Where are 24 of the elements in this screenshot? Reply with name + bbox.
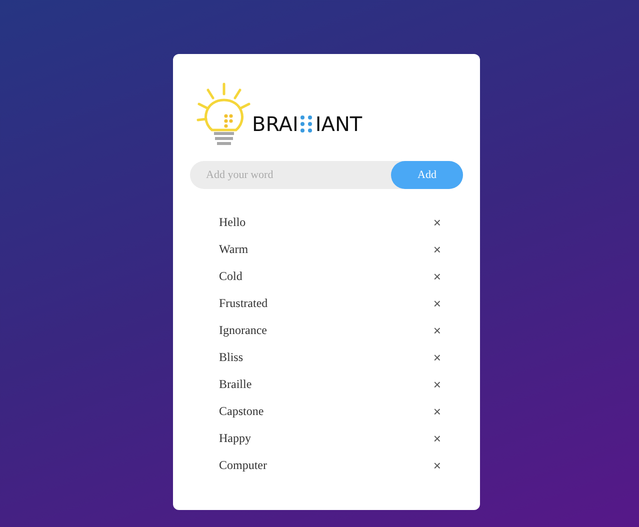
word-item: Capstone <box>219 404 264 419</box>
remove-button[interactable]: × <box>431 296 443 311</box>
remove-button[interactable]: × <box>431 215 443 230</box>
remove-button[interactable]: × <box>431 350 443 365</box>
braille-dots-icon <box>300 115 314 133</box>
word-item: Happy <box>219 431 251 446</box>
word-item: Hello <box>219 215 246 230</box>
remove-button[interactable]: × <box>431 404 443 419</box>
word-item: Ignorance <box>219 323 267 338</box>
remove-button[interactable]: × <box>431 377 443 392</box>
word-item: Computer <box>219 458 267 473</box>
remove-button[interactable]: × <box>431 458 443 473</box>
remove-button[interactable]: × <box>431 323 443 338</box>
word-item: Cold <box>219 269 242 284</box>
logo-text: IANT <box>315 114 362 134</box>
lightbulb-icon <box>196 82 252 148</box>
remove-button[interactable]: × <box>431 269 443 284</box>
remove-button[interactable]: × <box>431 242 443 257</box>
word-item: Bliss <box>219 350 244 365</box>
remove-button[interactable]: × <box>431 431 443 446</box>
word-item: Warm <box>219 242 248 257</box>
word-item: Frustrated <box>219 296 268 311</box>
word-item: Braille <box>219 377 252 392</box>
logo-text: BRAI <box>252 114 298 134</box>
